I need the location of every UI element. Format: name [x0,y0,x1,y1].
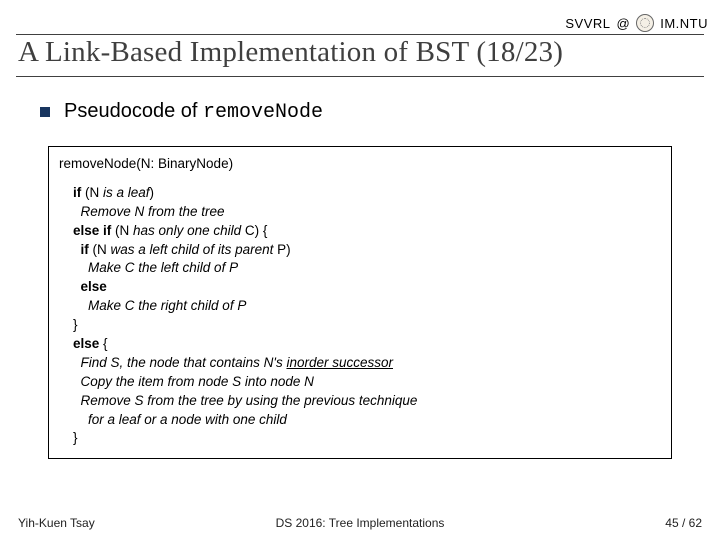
code-line: } [73,316,661,335]
header-left: SVVRL [565,16,610,31]
section-text: Pseudocode of removeNode [64,100,323,124]
code-signature: removeNode(N: BinaryNode) [59,155,661,174]
slide-title: A Link-Based Implementation of BST (18/2… [18,36,702,75]
code-line: if (N is a leaf) [73,184,661,203]
ntu-logo-icon [636,14,654,32]
code-line: for a leaf or a node with one child [73,411,661,430]
code-body: if (N is a leaf) Remove N from the treee… [59,184,661,448]
section-code-name: removeNode [203,101,323,124]
code-line: } [73,429,661,448]
code-line: Remove N from the tree [73,203,661,222]
header-right: IM.NTU [660,16,708,31]
code-line: Find S, the node that contains N's inord… [73,354,661,373]
code-line: Make C the right child of P [73,297,661,316]
code-line: Remove S from the tree by using the prev… [73,392,661,411]
pseudocode-box: removeNode(N: BinaryNode) if (N is a lea… [48,146,672,459]
footer-course: DS 2016: Tree Implementations [18,516,702,530]
code-line: if (N was a left child of its parent P) [73,241,661,260]
code-line: Copy the item from node S into node N [73,373,661,392]
section-heading: Pseudocode of removeNode [40,100,323,124]
header-bar: SVVRL @ IM.NTU [565,14,708,32]
header-at: @ [617,16,631,31]
title-rule-top [16,34,704,35]
code-line: else if (N has only one child C) { [73,222,661,241]
footer: Yih-Kuen Tsay DS 2016: Tree Implementati… [18,516,702,530]
code-line: Make C the left child of P [73,259,661,278]
code-line: else [73,278,661,297]
title-rule-bottom [16,76,704,77]
code-line: else { [73,335,661,354]
square-bullet-icon [40,107,50,117]
section-prefix: Pseudocode of [64,100,203,122]
